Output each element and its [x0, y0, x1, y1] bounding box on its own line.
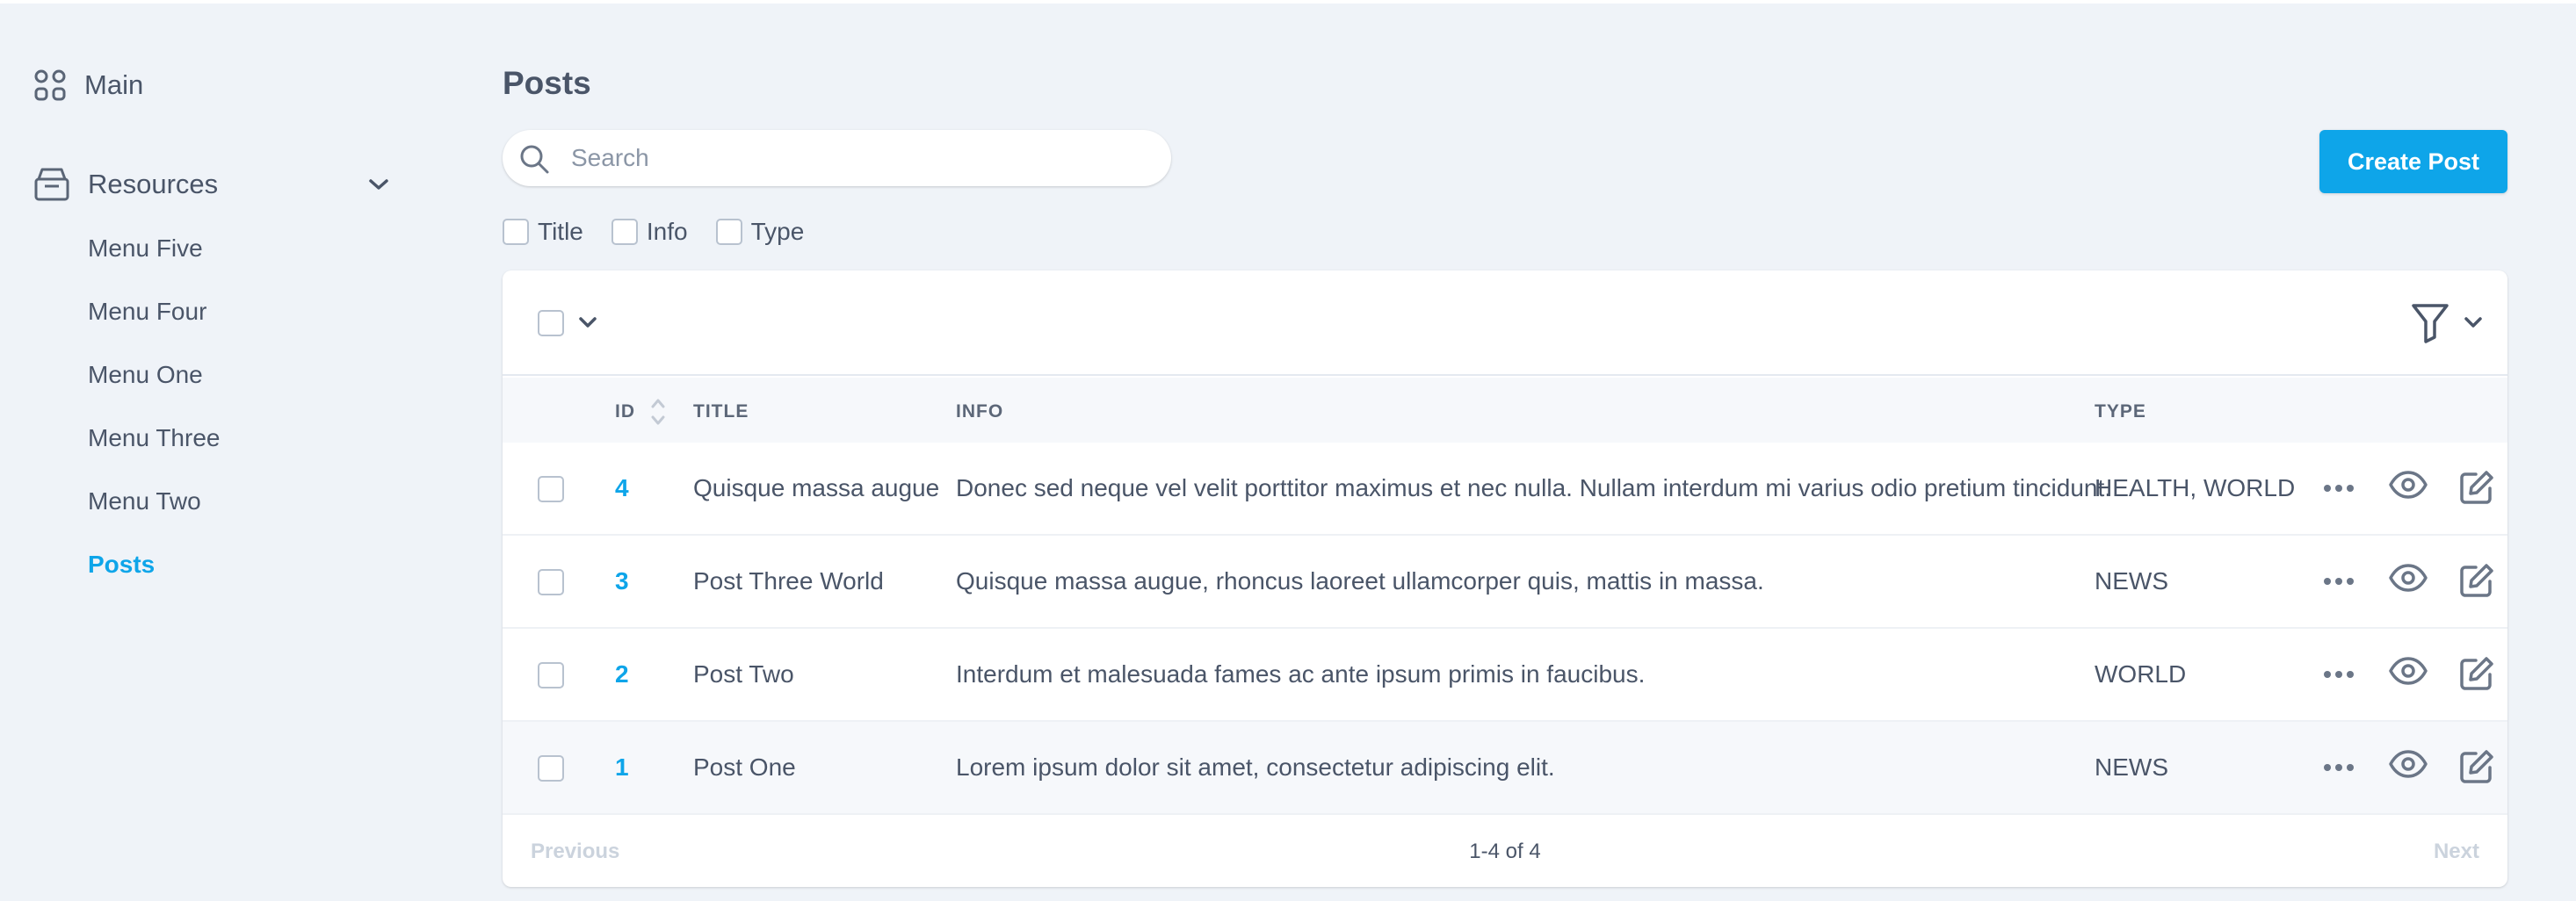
filter-info-checkbox[interactable]: [611, 219, 638, 245]
create-post-button[interactable]: Create Post: [2319, 130, 2507, 193]
filter-title[interactable]: Title: [503, 218, 583, 246]
chevron-down-icon[interactable]: [2464, 316, 2483, 328]
eye-icon[interactable]: [2388, 469, 2428, 505]
table-row: 3 Post Three World Quisque massa augue, …: [503, 536, 2507, 629]
sidebar-item-resources[interactable]: Resources: [33, 167, 390, 202]
grid-icon: [33, 68, 67, 102]
pagination: 1-4 of 4 Previous Next: [503, 815, 2507, 887]
table-header: ID TITLE INFO TYPE: [503, 378, 2507, 443]
eye-icon[interactable]: [2388, 655, 2428, 691]
previous-page-button[interactable]: Previous: [531, 840, 619, 864]
search-filters: Title Info Type: [503, 218, 804, 246]
row-info: Donec sed neque vel velit porttitor maxi…: [956, 474, 2112, 501]
row-id-link[interactable]: 4: [615, 474, 629, 502]
sort-icon[interactable]: [650, 397, 666, 427]
eye-icon[interactable]: [2388, 562, 2428, 598]
sidebar-item-menu-five[interactable]: Menu Five: [88, 230, 220, 293]
row-type: WORLD: [2095, 660, 2187, 688]
sidebar-item-main-label: Main: [84, 69, 144, 100]
sidebar-item-menu-three[interactable]: Menu Three: [88, 420, 220, 483]
sidebar-item-resources-label: Resources: [88, 169, 219, 199]
resource-table-card: ID TITLE INFO TYPE 4 Quisque massa augue…: [503, 270, 2507, 887]
filter-title-checkbox[interactable]: [503, 219, 529, 245]
edit-icon[interactable]: [2458, 655, 2495, 696]
filter-type-label: Type: [750, 218, 805, 245]
row-type: HEALTH, WORLD: [2095, 474, 2296, 501]
column-header-title: TITLE: [693, 401, 749, 422]
column-header-info: INFO: [956, 401, 1004, 422]
row-title: Post Three World: [693, 567, 884, 595]
eye-icon[interactable]: [2388, 748, 2428, 784]
row-title: Post One: [693, 753, 796, 781]
search-bar: [503, 130, 1171, 186]
row-info: Interdum et malesuada fames ac ante ipsu…: [956, 660, 1646, 688]
select-all-checkbox[interactable]: [538, 310, 564, 336]
page-title: Posts: [503, 65, 591, 101]
sidebar: Main Resources Menu Five Menu Four Menu …: [0, 0, 457, 901]
filter-info-label: Info: [646, 218, 688, 245]
sidebar-item-menu-four[interactable]: Menu Four: [88, 293, 220, 357]
sidebar-item-menu-two[interactable]: Menu Two: [88, 483, 220, 546]
filter-type[interactable]: Type: [715, 218, 805, 246]
row-checkbox[interactable]: [538, 755, 564, 782]
resources-submenu: Menu Five Menu Four Menu One Menu Three …: [88, 230, 220, 609]
more-actions-icon[interactable]: [2323, 667, 2355, 683]
row-checkbox[interactable]: [538, 662, 564, 688]
more-actions-icon[interactable]: [2323, 760, 2355, 776]
row-info: Lorem ipsum dolor sit amet, consectetur …: [956, 753, 1555, 781]
row-title: Quisque massa augue: [693, 474, 940, 501]
column-header-id[interactable]: ID: [615, 401, 635, 422]
app-root: Main Resources Menu Five Menu Four Menu …: [0, 0, 2576, 901]
chevron-down-icon[interactable]: [367, 177, 390, 191]
table-row: 4 Quisque massa augue Donec sed neque ve…: [503, 443, 2507, 536]
row-info: Quisque massa augue, rhoncus laoreet ull…: [956, 567, 1764, 595]
row-title: Post Two: [693, 660, 794, 688]
row-id-link[interactable]: 2: [615, 660, 629, 688]
more-actions-icon[interactable]: [2323, 481, 2355, 497]
chevron-down-icon[interactable]: [578, 316, 597, 328]
filter-type-checkbox[interactable]: [715, 219, 742, 245]
row-checkbox[interactable]: [538, 476, 564, 502]
edit-icon[interactable]: [2458, 469, 2495, 510]
more-actions-icon[interactable]: [2323, 574, 2355, 590]
edit-icon[interactable]: [2458, 562, 2495, 603]
column-header-type: TYPE: [2095, 401, 2146, 422]
sidebar-item-main[interactable]: Main: [33, 68, 143, 102]
sidebar-item-posts[interactable]: Posts: [88, 546, 220, 609]
search-icon: [518, 143, 550, 175]
filter-icon[interactable]: [2411, 302, 2449, 344]
search-input[interactable]: [571, 130, 1151, 186]
sidebar-item-menu-one[interactable]: Menu One: [88, 357, 220, 420]
row-id-link[interactable]: 1: [615, 753, 629, 782]
table-row: 1 Post One Lorem ipsum dolor sit amet, c…: [503, 722, 2507, 815]
edit-icon[interactable]: [2458, 748, 2495, 789]
archive-icon: [33, 167, 70, 202]
table-row: 2 Post Two Interdum et malesuada fames a…: [503, 629, 2507, 722]
row-id-link[interactable]: 3: [615, 567, 629, 595]
pagination-count: 1-4 of 4: [1469, 840, 1541, 863]
row-type: NEWS: [2095, 567, 2168, 595]
filter-info[interactable]: Info: [611, 218, 688, 246]
filter-title-label: Title: [538, 218, 583, 245]
table-toolbar: [503, 270, 2507, 376]
row-type: NEWS: [2095, 753, 2168, 781]
row-checkbox[interactable]: [538, 569, 564, 595]
next-page-button[interactable]: Next: [2434, 840, 2479, 864]
